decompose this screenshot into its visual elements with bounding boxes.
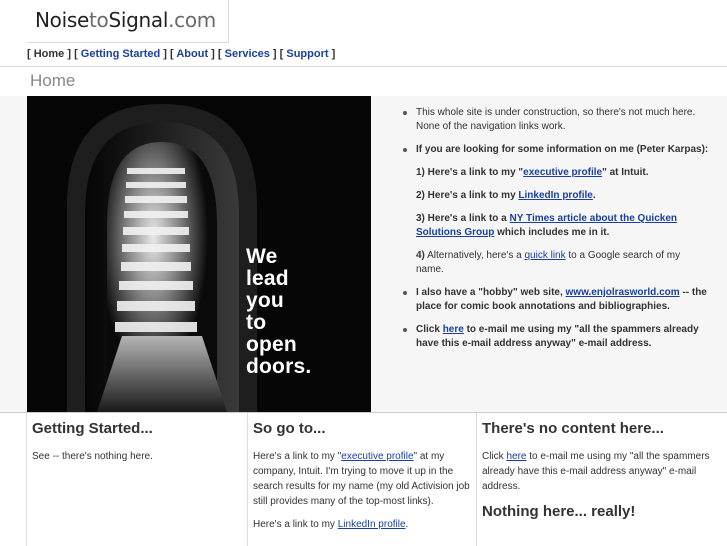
column-heading: So go to... xyxy=(253,420,326,437)
email-link[interactable]: here xyxy=(506,451,526,462)
tunnel-stairs-image xyxy=(27,96,371,412)
column-text: See -- there's nothing here. xyxy=(32,451,153,462)
executive-profile-link[interactable]: executive profile xyxy=(341,451,413,462)
column-text: Here's a link to my "executive profile" … xyxy=(253,451,470,507)
linkedin-profile-link[interactable]: LinkedIn profile xyxy=(338,519,406,530)
page-title: Home xyxy=(30,71,76,90)
main-content: This whole site is under construction, s… xyxy=(400,106,710,360)
email-link[interactable]: here xyxy=(443,324,464,335)
column-heading: Nothing here... really! xyxy=(482,503,636,520)
linkedin-profile-link[interactable]: LinkedIn profile xyxy=(518,190,592,201)
main-nav: [ Home ] [ Getting Started ] [ About ] [… xyxy=(27,48,336,60)
enjolrasworld-link[interactable]: www.enjolrasworld.com xyxy=(566,287,680,298)
google-search-link[interactable]: quick link xyxy=(524,250,565,261)
list-item: If you are looking for some information … xyxy=(400,143,710,277)
executive-profile-link[interactable]: executive profile xyxy=(523,167,602,178)
column-heading: There's no content here... xyxy=(482,420,664,437)
title-bar: Home xyxy=(0,66,727,97)
getting-started-column: Getting Started... See -- there's nothin… xyxy=(26,413,248,546)
bottom-columns: Getting Started... See -- there's nothin… xyxy=(0,412,727,546)
no-content-column: There's no content here... Click here to… xyxy=(477,413,727,546)
nav-services[interactable]: Services xyxy=(225,48,270,60)
column-text: Here's a link to my LinkedIn profile. xyxy=(253,519,409,530)
logo-text: NoisetoSignal.com xyxy=(35,8,216,32)
hero-image: We lead you to open doors. xyxy=(27,96,371,412)
site-logo[interactable]: NoisetoSignal.com xyxy=(27,0,229,43)
nav-getting-started[interactable]: Getting Started xyxy=(81,48,160,60)
nav-support[interactable]: Support xyxy=(286,48,328,60)
nav-home[interactable]: Home xyxy=(34,48,65,60)
header: NoisetoSignal.com xyxy=(0,0,727,43)
bullet-list: This whole site is under construction, s… xyxy=(400,106,710,351)
column-text: Click here to e-mail me using my "all th… xyxy=(482,451,710,492)
list-item: This whole site is under construction, s… xyxy=(400,106,710,134)
list-item: Click here to e-mail me using my "all th… xyxy=(400,323,710,351)
so-go-to-column: So go to... Here's a link to my "executi… xyxy=(248,413,477,546)
list-item: I also have a "hobby" web site, www.enjo… xyxy=(400,286,710,314)
column-heading: Getting Started... xyxy=(32,420,153,437)
hero-slogan: We lead you to open doors. xyxy=(246,245,312,378)
nav-about[interactable]: About xyxy=(176,48,208,60)
